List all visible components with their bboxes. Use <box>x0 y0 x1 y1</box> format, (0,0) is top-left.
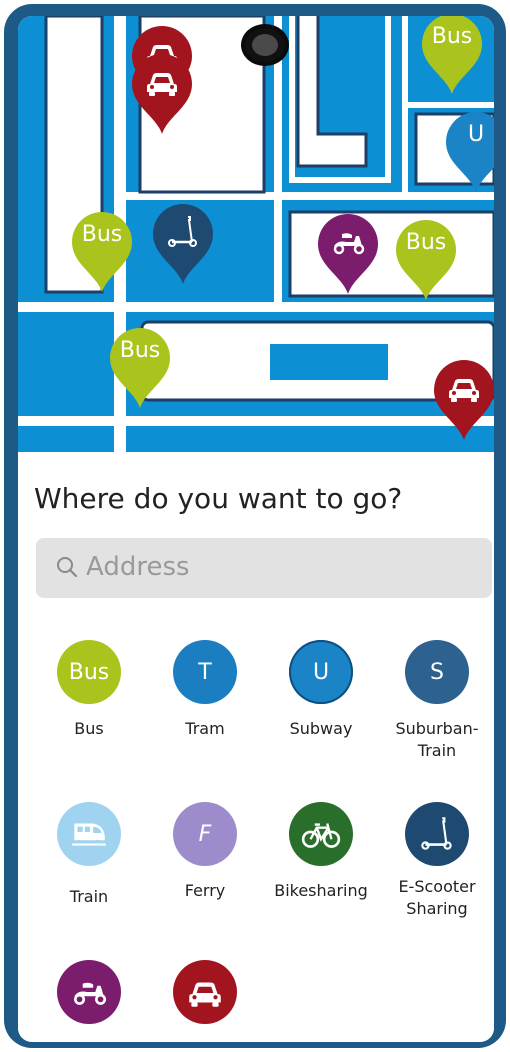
mode-label: Train <box>69 887 109 906</box>
map-pin-marker <box>396 220 456 300</box>
map-pin-label: Bus <box>431 24 473 49</box>
car-pin-2[interactable] <box>128 50 196 136</box>
mode-glyph: S <box>430 659 444 685</box>
car-pin-3[interactable] <box>430 356 494 442</box>
mode-label: Bikesharing <box>274 881 368 900</box>
mode-label: Scootersharing <box>30 1038 151 1042</box>
mode-scootersharing[interactable]: Scootersharing <box>30 960 151 1042</box>
search-panel: Where do you want to go? Address Bus Bus T… <box>18 452 494 1042</box>
search-placeholder: Address <box>86 552 190 582</box>
e-scooter-icon <box>405 802 469 866</box>
bike-icon <box>289 802 353 866</box>
map-pin-label: U <box>467 122 485 147</box>
mode-label: Ferry <box>184 881 226 900</box>
mode-train[interactable]: Train <box>30 802 148 908</box>
mode-e-scooter-sharing[interactable]: E-Scooter Sharing <box>378 802 494 920</box>
subway-pin[interactable]: U <box>442 108 494 194</box>
mode-label: Suburban-Train <box>395 719 479 760</box>
mode-label: Carsharing <box>146 1038 264 1042</box>
mode-bikesharing[interactable]: Bikesharing <box>262 802 380 902</box>
bus-pin-4[interactable]: Bus <box>106 324 174 410</box>
scooter-pin[interactable] <box>149 200 217 286</box>
map-pin-label: Bus <box>81 222 123 247</box>
mode-glyph: T <box>198 659 212 685</box>
subway-icon: U <box>289 640 353 704</box>
map-pin-marker <box>110 328 170 408</box>
front-camera <box>241 24 289 66</box>
bus-pin-2[interactable]: Bus <box>68 208 136 294</box>
mode-label: E-Scooter Sharing <box>398 877 476 918</box>
map-pin-marker <box>446 112 494 192</box>
mode-label: Bus <box>74 719 104 738</box>
suburban-train-icon: S <box>405 640 469 704</box>
mode-ferry[interactable]: F Ferry <box>146 802 264 902</box>
bus-pin-1[interactable]: Bus <box>418 16 486 96</box>
map-pin-marker <box>72 212 132 292</box>
map-pin-label: Bus <box>405 230 447 255</box>
map-pin-label: Bus <box>119 338 161 363</box>
mode-suburban-train[interactable]: S Suburban-Train <box>378 640 494 762</box>
moped-icon <box>328 222 368 262</box>
mode-bus[interactable]: Bus Bus <box>30 640 148 740</box>
mode-carsharing[interactable]: Carsharing <box>146 960 264 1042</box>
mode-label: Tram <box>185 719 225 738</box>
tram-icon: T <box>173 640 237 704</box>
map-view[interactable]: Bus U Bus Bus Bus <box>18 16 494 452</box>
bus-icon: Bus <box>57 640 121 704</box>
bus-pin-3[interactable]: Bus <box>392 216 460 302</box>
address-search-field[interactable]: Address <box>36 538 492 598</box>
moped-pin[interactable] <box>314 210 382 296</box>
ferry-icon: F <box>173 802 237 866</box>
scooter-icon <box>163 212 203 252</box>
mode-subway[interactable]: U Subway <box>262 640 380 740</box>
app-screen: Bus U Bus Bus Bus Where do you want to go? A… <box>18 16 494 1042</box>
car-icon <box>444 368 484 408</box>
train-icon <box>57 802 121 866</box>
moped-icon <box>57 960 121 1024</box>
car-icon <box>142 62 182 102</box>
search-icon <box>57 557 78 578</box>
mode-glyph: Bus <box>68 659 110 685</box>
car-icon <box>173 960 237 1024</box>
mode-tram[interactable]: T Tram <box>146 640 264 740</box>
mode-glyph: F <box>198 821 212 847</box>
panel-title: Where do you want to go? <box>34 482 403 515</box>
mode-label: Subway <box>289 719 353 738</box>
phone-frame: Bus U Bus Bus Bus Where do you want to go? A… <box>4 4 506 1048</box>
mode-glyph: U <box>312 659 330 685</box>
